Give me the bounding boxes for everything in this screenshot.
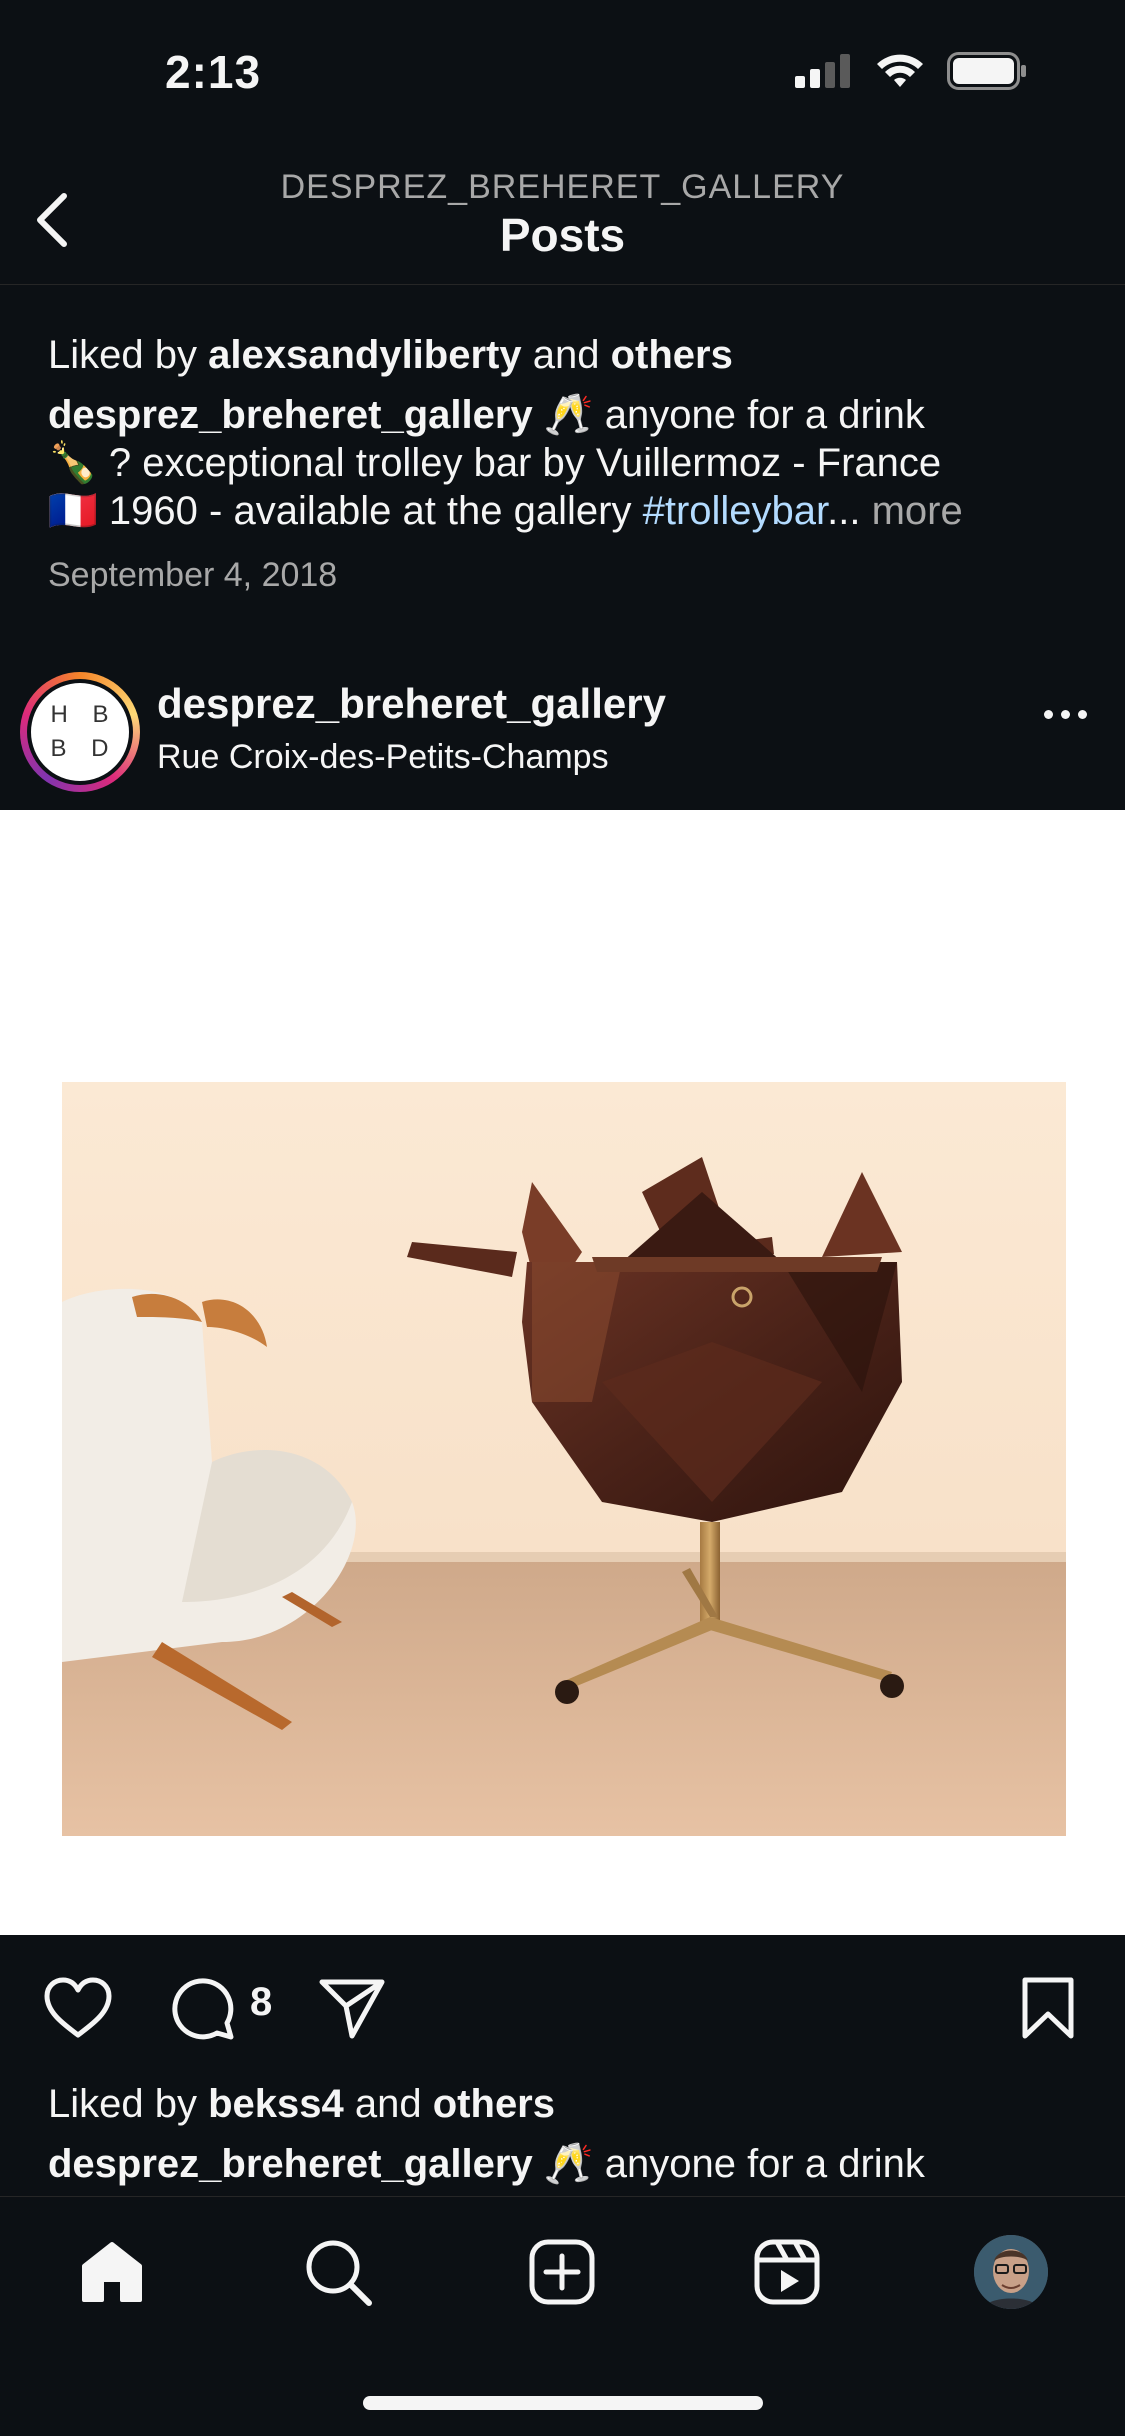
like-button[interactable]	[38, 1968, 118, 2048]
likes-prefix: Liked by	[48, 333, 209, 377]
likes-line: Liked by alexsandyliberty and others	[48, 331, 733, 379]
likes-others-link[interactable]: others	[433, 2082, 555, 2126]
post-photo[interactable]	[62, 1082, 1066, 1836]
more-dot	[1078, 710, 1087, 719]
heart-icon	[44, 1977, 112, 2038]
share-button[interactable]	[312, 1968, 392, 2048]
nav-profile[interactable]	[971, 2232, 1051, 2312]
caption-username[interactable]: desprez_breheret_gallery	[48, 393, 533, 437]
avatar-logo: H B B D	[31, 683, 129, 781]
more-dot	[1044, 710, 1053, 719]
more-link[interactable]: more	[872, 489, 963, 533]
caption-line-2: 🍾 ? exceptional trolley bar by Vuillermo…	[48, 441, 942, 485]
post-caption-line-1: desprez_breheret_gallery 🥂 anyone for a …	[48, 2140, 925, 2188]
nav-home[interactable]	[72, 2232, 152, 2312]
comment-count[interactable]: 8	[250, 1980, 272, 2025]
likes-user-link[interactable]: alexsandyliberty	[208, 333, 522, 377]
comment-button[interactable]	[162, 1968, 242, 2048]
post-location[interactable]: Rue Croix-des-Petits-Champs	[157, 738, 609, 777]
post-avatar[interactable]: H B B D	[20, 672, 140, 792]
battery-icon	[947, 52, 1026, 90]
send-icon	[319, 1979, 385, 2039]
caption-text-1: 🥂 anyone for a drink	[532, 2142, 925, 2186]
caption-text-1: 🥂 anyone for a drink	[532, 393, 925, 437]
post-username[interactable]: desprez_breheret_gallery	[157, 680, 666, 728]
nav-create[interactable]	[522, 2232, 602, 2312]
comment-icon	[172, 1978, 234, 2040]
save-button[interactable]	[1008, 1968, 1088, 2048]
status-time: 2:13	[165, 46, 262, 98]
hashtag-link[interactable]: #trolleybar	[643, 489, 828, 533]
caption-ellipsis: ...	[827, 489, 872, 533]
bookmark-icon	[1022, 1977, 1074, 2039]
post-date: September 4, 2018	[48, 556, 338, 594]
caption-username[interactable]: desprez_breheret_gallery	[48, 2142, 533, 2186]
nav-search[interactable]	[298, 2232, 378, 2312]
header-username: DESPREZ_BREHERET_GALLERY	[280, 168, 845, 206]
likes-and: and	[521, 333, 611, 377]
wifi-icon	[877, 54, 923, 87]
plus-square-icon	[529, 2239, 595, 2305]
likes-and: and	[343, 2082, 433, 2126]
caption-line-3: 🇫🇷 1960 - available at the gallery #trol…	[48, 487, 963, 535]
search-icon	[306, 2240, 372, 2306]
post-likes-line: Liked by bekss4 and others	[48, 2080, 555, 2128]
more-options-button[interactable]	[1044, 710, 1087, 719]
caption-line-1: desprez_breheret_gallery 🥂 anyone for a …	[48, 391, 925, 439]
likes-user-link[interactable]: bekss4	[208, 2082, 344, 2126]
nav-reels[interactable]	[747, 2232, 827, 2312]
likes-others-link[interactable]: others	[611, 333, 733, 377]
cellular-signal-icon	[795, 54, 850, 88]
more-dot	[1061, 710, 1070, 719]
status-icons	[795, 52, 1027, 90]
home-icon	[82, 2242, 142, 2302]
likes-prefix: Liked by	[48, 2082, 209, 2126]
reels-icon	[754, 2239, 820, 2305]
caption-text-3: 🇫🇷 1960 - available at the gallery	[48, 489, 643, 533]
home-indicator[interactable]	[363, 2396, 763, 2410]
profile-photo	[974, 2235, 1048, 2309]
avatar	[974, 2235, 1048, 2309]
page-title: Posts	[499, 209, 626, 261]
